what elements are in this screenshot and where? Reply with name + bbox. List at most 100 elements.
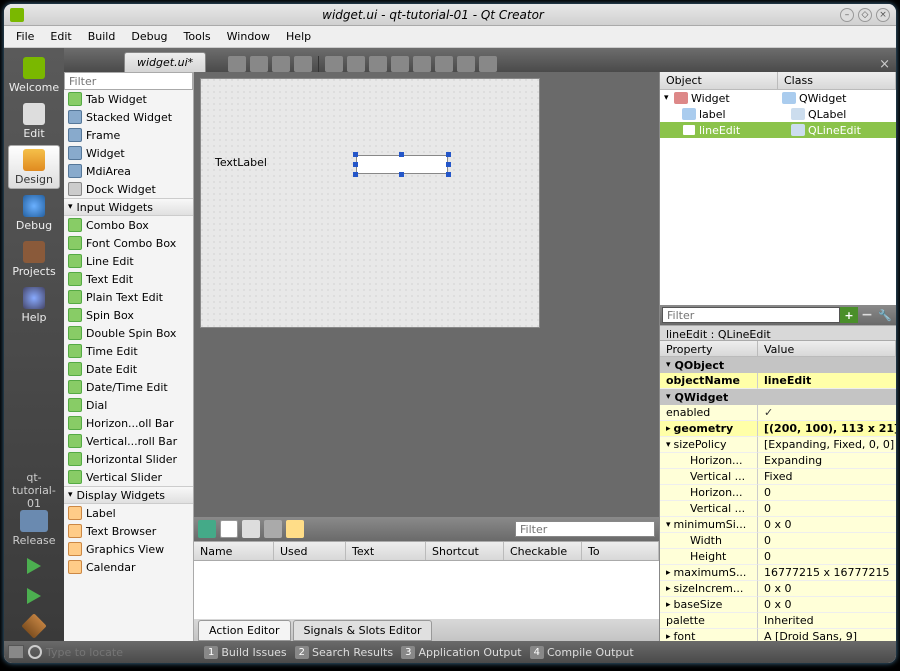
tab-signals-slots[interactable]: Signals & Slots Editor: [293, 620, 433, 641]
maximize-button[interactable]: ◇: [858, 8, 872, 22]
menu-build[interactable]: Build: [80, 27, 124, 46]
prop-row[interactable]: ▸sizeIncrem...0 x 0: [660, 581, 896, 597]
widget-item[interactable]: Double Spin Box: [64, 324, 193, 342]
col-class[interactable]: Class: [778, 72, 896, 89]
action-filter-input[interactable]: [515, 521, 655, 537]
toolbar-icon[interactable]: [272, 56, 290, 72]
mode-debug[interactable]: Debug: [8, 191, 60, 235]
col-shortcut[interactable]: Shortcut: [426, 542, 504, 560]
widget-category[interactable]: ▾Input Widgets: [64, 198, 193, 216]
widget-item[interactable]: Vertical...roll Bar: [64, 432, 193, 450]
widget-item[interactable]: Dial: [64, 396, 193, 414]
prop-row[interactable]: Height0: [660, 549, 896, 565]
label-widget[interactable]: TextLabel: [215, 156, 267, 169]
layout-horizontal-icon[interactable]: [325, 56, 343, 72]
widget-item[interactable]: Text Browser: [64, 522, 193, 540]
widget-item[interactable]: Horizon...oll Bar: [64, 414, 193, 432]
prop-row[interactable]: ▸fontA [Droid Sans, 9]: [660, 629, 896, 641]
widget-item[interactable]: Font Combo Box: [64, 234, 193, 252]
col-value[interactable]: Value: [758, 341, 896, 356]
break-layout-icon[interactable]: [457, 56, 475, 72]
widget-item[interactable]: Date Edit: [64, 360, 193, 378]
prop-row[interactable]: objectNamelineEdit: [660, 373, 896, 389]
close-button[interactable]: ×: [876, 8, 890, 22]
mode-design[interactable]: Design: [8, 145, 60, 189]
property-editor[interactable]: ▾QObject objectNamelineEdit ▾QWidget ena…: [660, 357, 896, 641]
add-property-button[interactable]: +: [840, 307, 858, 323]
widget-filter-input[interactable]: [64, 72, 193, 90]
col-used[interactable]: Used: [274, 542, 346, 560]
col-object[interactable]: Object: [660, 72, 778, 89]
copy-action-icon[interactable]: [242, 520, 260, 538]
prop-row[interactable]: ▸maximumS...16777215 x 16777215: [660, 565, 896, 581]
menu-edit[interactable]: Edit: [42, 27, 79, 46]
widget-item[interactable]: MdiArea: [64, 162, 193, 180]
property-filter-input[interactable]: [662, 307, 840, 323]
widget-item[interactable]: Frame: [64, 126, 193, 144]
obj-row[interactable]: label QLabel: [660, 106, 896, 122]
widget-item[interactable]: Horizontal Slider: [64, 450, 193, 468]
col-tooltip[interactable]: To: [582, 542, 659, 560]
panel-app-output[interactable]: 3Application Output: [401, 646, 522, 659]
minimize-button[interactable]: –: [840, 8, 854, 22]
prop-row[interactable]: paletteInherited: [660, 613, 896, 629]
prop-row[interactable]: Horizon...0: [660, 485, 896, 501]
prop-row[interactable]: Vertical ...0: [660, 501, 896, 517]
col-checkable[interactable]: Checkable: [504, 542, 582, 560]
prop-row[interactable]: Vertical ...Fixed: [660, 469, 896, 485]
toolbar-icon[interactable]: [294, 56, 312, 72]
prop-row[interactable]: ▸baseSize0 x 0: [660, 597, 896, 613]
prop-row[interactable]: Width0: [660, 533, 896, 549]
menu-help[interactable]: Help: [278, 27, 319, 46]
menu-debug[interactable]: Debug: [123, 27, 175, 46]
target-selector[interactable]: qt-tutorial-01 Release: [8, 471, 60, 547]
panel-compile-output[interactable]: 4Compile Output: [530, 646, 634, 659]
mode-welcome[interactable]: Welcome: [8, 53, 60, 97]
widget-category[interactable]: ▾Display Widgets: [64, 486, 193, 504]
adjust-size-icon[interactable]: [479, 56, 497, 72]
toolbar-icon[interactable]: [228, 56, 246, 72]
widget-item[interactable]: Stacked Widget: [64, 108, 193, 126]
obj-row-selected[interactable]: lineEdit QLineEdit: [660, 122, 896, 138]
remove-property-button[interactable]: −: [858, 307, 876, 323]
widget-item[interactable]: Graphics View: [64, 540, 193, 558]
panel-build-issues[interactable]: 1Build Issues: [204, 646, 287, 659]
edit-action-icon[interactable]: [286, 520, 304, 538]
prop-row[interactable]: ▸geometry[(200, 100), 113 x 21]: [660, 421, 896, 437]
build-button[interactable]: [19, 613, 49, 639]
menu-file[interactable]: File: [8, 27, 42, 46]
prop-row[interactable]: Horizon...Expanding: [660, 453, 896, 469]
layout-grid-icon[interactable]: [413, 56, 431, 72]
design-canvas[interactable]: TextLabel: [194, 72, 659, 517]
widget-item[interactable]: Text Edit: [64, 270, 193, 288]
widget-item[interactable]: Label: [64, 504, 193, 522]
tab-action-editor[interactable]: Action Editor: [198, 620, 291, 641]
widget-item[interactable]: Dock Widget: [64, 180, 193, 198]
form-widget[interactable]: TextLabel: [200, 78, 540, 328]
layout-split-h-icon[interactable]: [369, 56, 387, 72]
output-toggle-button[interactable]: [8, 645, 24, 659]
prop-row[interactable]: ▾sizePolicy[Expanding, Fixed, 0, 0]: [660, 437, 896, 453]
widget-item[interactable]: Vertical Slider: [64, 468, 193, 486]
col-text[interactable]: Text: [346, 542, 426, 560]
toolbar-icon[interactable]: [250, 56, 268, 72]
obj-row[interactable]: ▾Widget QWidget: [660, 90, 896, 106]
col-name[interactable]: Name: [194, 542, 274, 560]
layout-form-icon[interactable]: [435, 56, 453, 72]
panel-close-icon[interactable]: ×: [879, 57, 890, 72]
settings-icon[interactable]: 🔧: [876, 307, 894, 323]
panel-search-results[interactable]: 2Search Results: [295, 646, 393, 659]
mode-projects[interactable]: Projects: [8, 237, 60, 281]
mode-help[interactable]: Help: [8, 283, 60, 327]
locator-input[interactable]: [46, 644, 196, 660]
action-list[interactable]: [194, 561, 659, 619]
mode-edit[interactable]: Edit: [8, 99, 60, 143]
prop-row[interactable]: ▾minimumSi...0 x 0: [660, 517, 896, 533]
prop-row[interactable]: enabled✓: [660, 405, 896, 421]
file-tab[interactable]: widget.ui*: [124, 52, 206, 72]
widget-item[interactable]: Widget: [64, 144, 193, 162]
menu-window[interactable]: Window: [219, 27, 278, 46]
menu-tools[interactable]: Tools: [176, 27, 219, 46]
col-property[interactable]: Property: [660, 341, 758, 356]
widget-item[interactable]: Date/Time Edit: [64, 378, 193, 396]
